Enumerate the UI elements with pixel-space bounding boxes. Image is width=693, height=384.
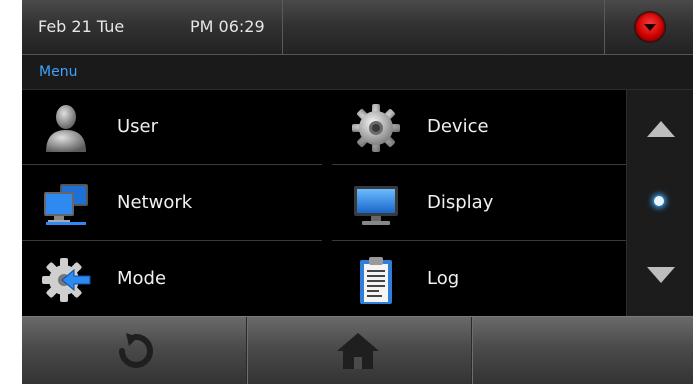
row-divider <box>332 240 626 241</box>
mode-gear-arrow-icon <box>42 258 91 302</box>
menu-item-display[interactable]: Display <box>332 166 632 240</box>
user-icon <box>46 105 86 152</box>
menu-grid: User Device Network Display Mode Log <box>22 90 626 316</box>
status-divider <box>604 0 605 54</box>
menu-item-label: Mode <box>117 268 167 289</box>
menu-item-user[interactable]: User <box>22 90 322 164</box>
arrow-down-icon[interactable] <box>647 267 675 283</box>
network-icon <box>44 184 88 225</box>
bottom-empty-slot <box>472 317 693 384</box>
menu-item-device[interactable]: Device <box>332 90 632 164</box>
menu-item-mode[interactable]: Mode <box>22 242 322 316</box>
menu-item-label: User <box>117 116 159 137</box>
menu-item-label: Log <box>427 268 460 289</box>
row-divider <box>332 164 626 165</box>
status-time: PM 06:29 <box>190 17 265 36</box>
menu-title: Menu <box>39 64 78 80</box>
home-button[interactable] <box>247 317 471 384</box>
row-divider <box>22 240 322 241</box>
menu-item-label: Network <box>117 192 193 213</box>
monitor-icon <box>354 186 398 225</box>
menu-item-label: Display <box>427 192 494 213</box>
page-indicator-dot <box>654 196 664 206</box>
menu-item-network[interactable]: Network <box>22 166 322 240</box>
menu-item-log[interactable]: Log <box>332 242 632 316</box>
menu-item-label: Device <box>427 116 489 137</box>
row-divider <box>22 164 322 165</box>
refresh-icon <box>119 333 153 368</box>
status-divider <box>282 0 283 54</box>
refresh-button[interactable] <box>22 317 246 384</box>
home-icon <box>337 333 379 369</box>
device-screen: Feb 21 Tue PM 06:29 Menu User Device Net… <box>22 0 693 384</box>
status-date: Feb 21 Tue <box>38 17 125 36</box>
clipboard-icon <box>360 257 392 304</box>
bottom-bar <box>22 316 693 384</box>
arrow-up-icon[interactable] <box>647 121 675 137</box>
gear-icon <box>352 104 400 152</box>
menu-title-bar: Menu <box>22 55 693 90</box>
status-bar: Feb 21 Tue PM 06:29 <box>22 0 693 55</box>
red-dropdown-icon[interactable] <box>635 12 665 42</box>
scroll-column <box>626 90 693 316</box>
